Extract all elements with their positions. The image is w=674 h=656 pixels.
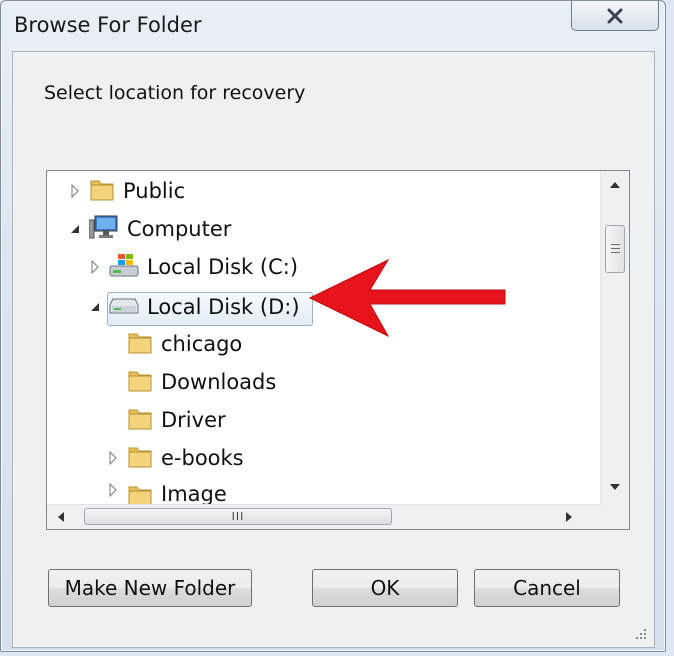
vertical-scrollbar[interactable]	[600, 171, 629, 505]
tree-item-public[interactable]: Public	[67, 173, 185, 209]
expand-arrow-icon[interactable]	[87, 259, 103, 275]
tree-item-image[interactable]: Image	[105, 478, 227, 504]
close-button[interactable]	[571, 1, 659, 31]
tree-item-local-disk-c[interactable]: Local Disk (C:)	[87, 249, 298, 285]
windows-drive-icon	[109, 252, 139, 283]
window-title: Browse For Folder	[14, 13, 202, 37]
close-icon	[607, 8, 623, 23]
folder-icon	[127, 482, 153, 504]
drive-icon	[109, 295, 139, 320]
dialog-body: Select location for recovery Public Comp…	[12, 51, 655, 648]
tree-item-downloads[interactable]: Downloads	[127, 364, 276, 400]
tree-item-label: e-books	[161, 446, 244, 470]
annotation-arrow-icon	[308, 258, 506, 338]
tree-item-computer[interactable]: Computer	[67, 211, 231, 247]
expand-arrow-icon[interactable]	[105, 482, 121, 498]
resize-grip-icon[interactable]	[634, 627, 648, 641]
folder-icon	[127, 443, 153, 474]
scroll-down-icon[interactable]	[609, 483, 621, 491]
tree-item-local-disk-d[interactable]: Local Disk (D:)	[87, 289, 300, 325]
make-new-folder-button[interactable]: Make New Folder	[48, 569, 252, 607]
tree-item-chicago[interactable]: chicago	[127, 326, 242, 362]
horizontal-scroll-thumb[interactable]: III	[84, 508, 392, 525]
scroll-grip: III	[231, 510, 245, 523]
tree-item-label: Local Disk (D:)	[147, 295, 300, 319]
tree-item-label: Computer	[127, 217, 232, 241]
horizontal-scrollbar[interactable]: III	[47, 504, 601, 529]
expand-arrow-icon[interactable]	[67, 183, 83, 199]
collapse-arrow-icon[interactable]	[87, 299, 103, 315]
folder-icon	[89, 176, 115, 207]
ok-button[interactable]: OK	[312, 569, 458, 607]
folder-icon	[127, 367, 153, 398]
tree-item-label: Image	[161, 482, 227, 504]
tree-item-label: Downloads	[161, 370, 277, 394]
tree-item-label: Driver	[161, 408, 226, 432]
collapse-arrow-icon[interactable]	[67, 221, 83, 237]
computer-icon	[88, 214, 119, 245]
scroll-up-icon[interactable]	[609, 181, 621, 189]
dialog-prompt: Select location for recovery	[44, 82, 306, 104]
tree-item-driver[interactable]: Driver	[127, 402, 226, 438]
scroll-left-icon[interactable]	[57, 511, 65, 523]
tree-item-label: Public	[123, 179, 186, 203]
tree-item-label: Local Disk (C:)	[147, 255, 299, 279]
scrollbar-corner	[601, 505, 629, 529]
tree-item-label: chicago	[161, 332, 243, 356]
folder-tree[interactable]: Public Computer Local Disk (C:) Local Di…	[46, 170, 630, 530]
scroll-right-icon[interactable]	[565, 511, 573, 523]
tree-item-e-books[interactable]: e-books	[105, 440, 244, 476]
cancel-button[interactable]: Cancel	[474, 569, 620, 607]
folder-icon	[127, 405, 153, 436]
expand-arrow-icon[interactable]	[105, 450, 121, 466]
vertical-scroll-thumb[interactable]	[605, 225, 625, 273]
folder-icon	[127, 329, 153, 360]
